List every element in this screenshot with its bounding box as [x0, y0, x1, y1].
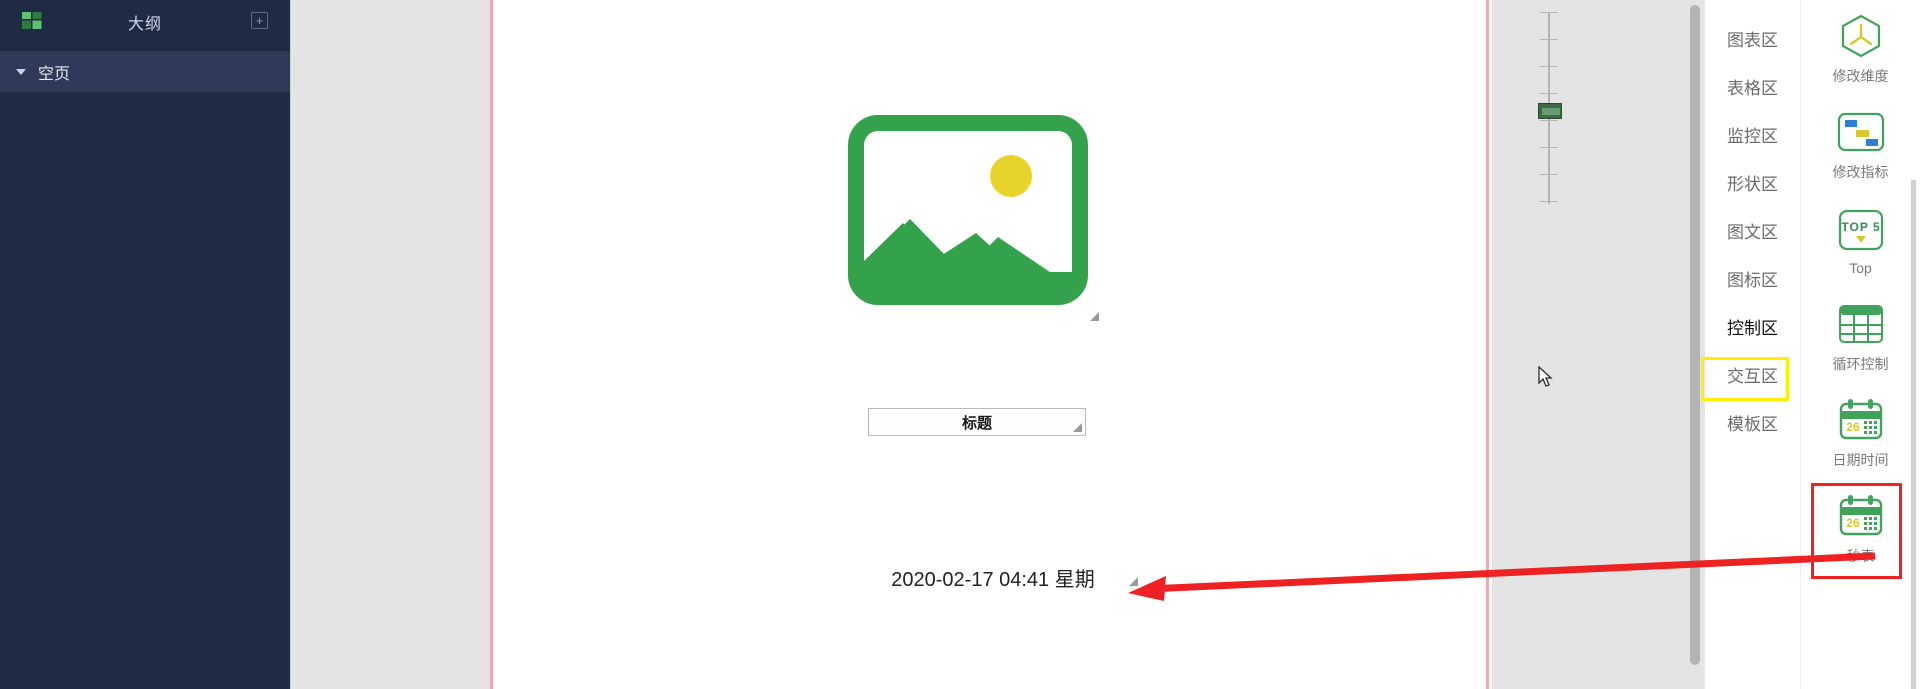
widget-label: 循环控制: [1832, 356, 1889, 372]
table-grid-icon: [1837, 298, 1885, 350]
widget-label: 修改维度: [1832, 68, 1889, 84]
category-rail: 图表区 表格区 监控区 形状区 图文区 图标区 控制区 交互区 模板区: [1701, 0, 1800, 689]
outline-title: 大纲: [127, 15, 162, 33]
widget-item-modify-dimension[interactable]: 修改维度: [1801, 0, 1920, 96]
resize-handle-icon[interactable]: [1090, 312, 1099, 321]
widget-item-stopwatch[interactable]: 26 秒表: [1801, 480, 1920, 576]
app-root: 大纲 + 空页 标题 2020-02-17 04:41 星期 图表区 表格区 监…: [0, 0, 1920, 689]
grid-layout-icon[interactable]: [22, 12, 42, 29]
category-scrollbar[interactable]: [1690, 5, 1700, 665]
calendar-icon: 26: [1837, 490, 1885, 542]
widget-item-modify-metric[interactable]: 修改指标: [1801, 96, 1920, 192]
category-label: 模板区: [1727, 414, 1778, 434]
metric-blocks-icon: [1837, 106, 1885, 158]
outline-panel: 大纲 + 空页: [0, 0, 290, 689]
outline-header: 大纲 +: [0, 0, 290, 43]
date-time-widget[interactable]: 2020-02-17 04:41 星期: [848, 560, 1138, 594]
hexagon-dimension-icon: [1837, 10, 1885, 62]
svg-text:26: 26: [1846, 420, 1860, 434]
zoom-tick: [1540, 201, 1558, 202]
svg-text:TOP 5: TOP 5: [1841, 220, 1880, 234]
caret-down-icon[interactable]: [16, 68, 26, 75]
top5-icon: TOP 5: [1838, 204, 1884, 256]
design-canvas[interactable]: 标题 2020-02-17 04:41 星期: [490, 0, 1489, 689]
widget-label: Top: [1849, 260, 1872, 276]
widget-item-top[interactable]: TOP 5 Top: [1801, 192, 1920, 288]
category-item-table[interactable]: 表格区: [1705, 62, 1800, 110]
category-item-graphic[interactable]: 图文区: [1705, 206, 1800, 254]
zoom-tick: [1540, 12, 1558, 13]
zoom-tick: [1540, 147, 1558, 148]
widget-item-loop-control[interactable]: 循环控制: [1801, 288, 1920, 384]
category-item-interact[interactable]: 交互区: [1705, 350, 1800, 398]
outline-item-blank-page[interactable]: 空页: [0, 51, 290, 92]
category-label: 表格区: [1727, 78, 1778, 98]
zoom-tick: [1540, 120, 1558, 121]
category-item-control[interactable]: 控制区: [1705, 302, 1800, 350]
zoom-tick: [1540, 66, 1558, 67]
zoom-slider-thumb[interactable]: [1538, 103, 1562, 119]
resize-handle-icon[interactable]: [1073, 423, 1082, 432]
category-label: 交互区: [1727, 366, 1778, 386]
category-label: 图表区: [1727, 30, 1778, 50]
widget-label: 日期时间: [1832, 452, 1889, 468]
category-item-chart[interactable]: 图表区: [1705, 14, 1800, 62]
zoom-tick: [1540, 174, 1558, 175]
zoom-slider[interactable]: [1538, 8, 1562, 208]
image-placeholder-widget[interactable]: [848, 115, 1099, 321]
svg-text:26: 26: [1846, 516, 1860, 530]
category-item-icon[interactable]: 图标区: [1705, 254, 1800, 302]
category-label: 监控区: [1727, 126, 1778, 146]
add-page-button[interactable]: +: [251, 12, 268, 29]
widget-label: 秒表: [1846, 548, 1875, 564]
category-label: 形状区: [1727, 174, 1778, 194]
mouse-cursor: [1538, 366, 1553, 387]
widget-item-date-time[interactable]: 26 日期时间: [1801, 384, 1920, 480]
title-text-widget[interactable]: 标题: [868, 408, 1086, 436]
zoom-tick: [1540, 93, 1558, 94]
category-label: 图文区: [1727, 222, 1778, 242]
outline-item-label: 空页: [38, 65, 71, 83]
calendar-icon: 26: [1837, 394, 1885, 446]
category-label: 控制区: [1727, 318, 1778, 338]
category-item-shape[interactable]: 形状区: [1705, 158, 1800, 206]
canvas-gutter-left: [290, 0, 490, 689]
widget-panel: 修改维度 修改指标 TOP 5 Top 循环控制 26 日期时间 26 秒表: [1800, 0, 1920, 689]
widget-panel-scrollbar[interactable]: [1911, 180, 1916, 689]
canvas-zoom-panel: [1492, 0, 1704, 689]
image-placeholder-icon: [848, 115, 1088, 305]
category-item-monitor[interactable]: 监控区: [1705, 110, 1800, 158]
date-time-value: 2020-02-17 04:41 星期: [891, 568, 1095, 591]
title-widget-label: 标题: [961, 414, 992, 432]
category-label: 图标区: [1727, 270, 1778, 290]
category-item-template[interactable]: 模板区: [1705, 398, 1800, 446]
zoom-tick: [1540, 39, 1558, 40]
resize-handle-icon[interactable]: [1129, 577, 1138, 586]
widget-label: 修改指标: [1832, 164, 1889, 180]
